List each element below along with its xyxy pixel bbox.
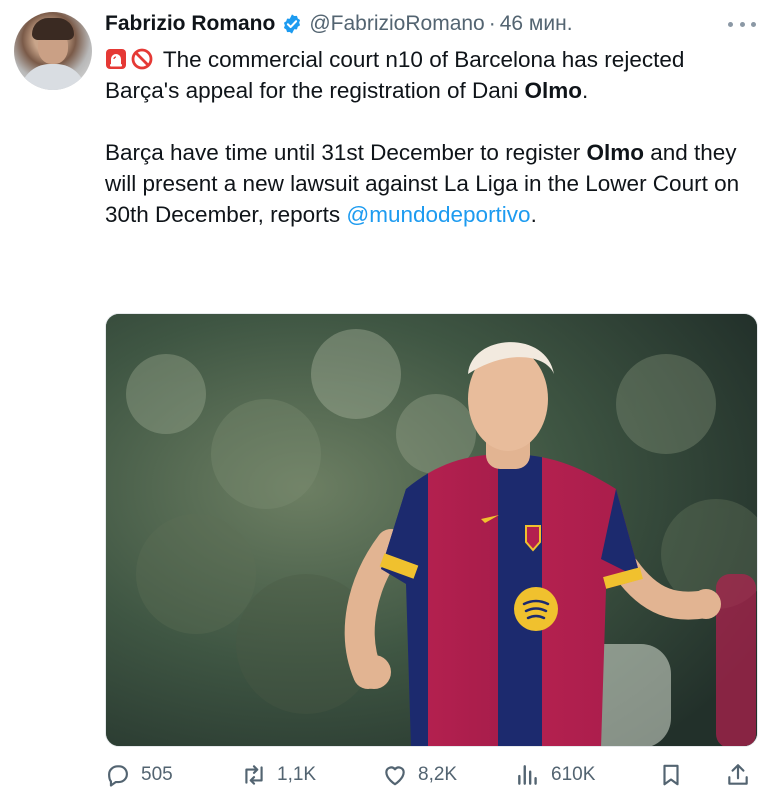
bookmark-button[interactable] — [658, 758, 684, 792]
player-photo-illustration — [106, 314, 757, 746]
view-count: 610K — [551, 764, 596, 785]
tweet-text-bold: Olmo — [524, 78, 583, 103]
no-entry-emoji-icon — [131, 47, 153, 70]
tweet-photo[interactable] — [105, 313, 758, 747]
tweet-text-bold: Olmo — [586, 140, 644, 165]
author-avatar[interactable] — [14, 12, 92, 90]
views-button[interactable]: 610K — [515, 758, 595, 792]
tweet-text-part: Barça have time until 31st December to r… — [105, 140, 587, 165]
tweet-timestamp[interactable]: 46 мин. — [500, 12, 573, 36]
more-dots-icon[interactable] — [728, 16, 756, 32]
views-chart-icon — [518, 765, 537, 785]
share-button[interactable] — [725, 758, 751, 792]
heart-icon — [385, 766, 405, 786]
verified-badge-icon — [281, 13, 303, 35]
siren-emoji-icon — [105, 47, 127, 69]
like-button[interactable]: 8,2K — [382, 758, 457, 792]
tweet-actions: 505 1,1K 8,2K 610K — [105, 758, 760, 792]
author-handle[interactable]: @FabrizioRomano — [309, 12, 484, 36]
like-count: 8,2K — [418, 764, 458, 785]
mention-link[interactable]: @mundodeportivo — [346, 202, 530, 227]
separator-dot: · — [488, 12, 496, 35]
reply-count: 505 — [141, 764, 173, 785]
bookmark-icon — [663, 764, 679, 786]
author-name[interactable]: Fabrizio Romano — [105, 12, 275, 36]
share-icon — [728, 764, 748, 785]
tweet-header: Fabrizio Romano @FabrizioRomano · 46 мин… — [105, 8, 573, 40]
tweet-text-part: . — [582, 78, 589, 103]
repost-count: 1,1K — [277, 764, 317, 785]
reply-button[interactable]: 505 — [105, 758, 173, 792]
repost-button[interactable]: 1,1K — [241, 758, 316, 792]
reply-icon — [108, 765, 128, 787]
tweet-text-part: The commercial court n10 of Barcelona ha… — [105, 47, 685, 103]
tweet-text-part: . — [530, 202, 537, 227]
tweet-text: The commercial court n10 of Barcelona ha… — [105, 44, 760, 230]
repost-icon — [245, 765, 263, 785]
